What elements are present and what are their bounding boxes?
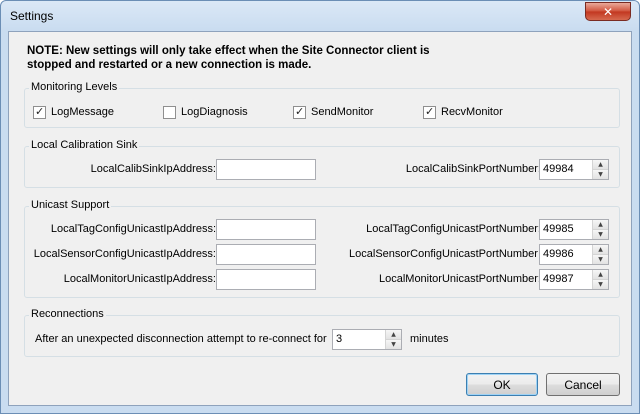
monitor-port-spinner[interactable]: 49987 ▲ ▼	[539, 269, 609, 290]
recvmonitor-label: RecvMonitor	[441, 106, 503, 118]
spin-up-arrow-icon[interactable]: ▲	[593, 220, 608, 230]
checkmark-icon: ✓	[295, 105, 305, 118]
tag-config-ip-input[interactable]	[216, 219, 316, 240]
spin-up-arrow-icon[interactable]: ▲	[386, 330, 401, 340]
cancel-button[interactable]: Cancel	[546, 373, 620, 396]
reconnect-suffix-label: minutes	[410, 333, 449, 345]
unicast-group-label: Unicast Support	[29, 199, 112, 211]
close-button[interactable]: ✕	[585, 2, 631, 21]
unicast-group: Unicast Support LocalTagConfigUnicastIpA…	[24, 199, 620, 298]
tag-config-port-value: 49985	[543, 223, 574, 235]
logmessage-checkbox[interactable]: ✓	[33, 105, 46, 119]
calib-ip-label: LocalCalibSinkIpAddress:	[90, 163, 216, 175]
calib-ip-input[interactable]	[216, 159, 316, 180]
sendmonitor-label: SendMonitor	[311, 106, 374, 118]
window-title: Settings	[10, 9, 54, 23]
monitoring-levels-label: Monitoring Levels	[29, 81, 120, 93]
monitor-port-value: 49987	[543, 273, 574, 285]
ok-button[interactable]: OK	[466, 373, 538, 396]
spinner-buttons: ▲ ▼	[592, 220, 608, 239]
sensor-config-port-spinner[interactable]: 49986 ▲ ▼	[539, 244, 609, 265]
spin-up-arrow-icon[interactable]: ▲	[593, 270, 608, 280]
settings-window: Settings ✕ NOTE: New settings will only …	[0, 0, 640, 414]
title-bar[interactable]: Settings ✕	[1, 1, 639, 31]
sensor-config-port-value: 49986	[543, 248, 574, 260]
logdiagnosis-label: LogDiagnosis	[181, 106, 248, 118]
sensor-config-port-label: LocalSensorConfigUnicastPortNumber:	[349, 248, 541, 260]
monitoring-levels-group: Monitoring Levels ✓ LogMessage LogDiagno…	[24, 81, 620, 128]
spin-up-arrow-icon[interactable]: ▲	[593, 160, 608, 170]
calib-port-value: 49984	[543, 163, 574, 175]
reconnections-group-label: Reconnections	[29, 308, 106, 320]
calibration-group-label: Local Calibration Sink	[29, 139, 140, 151]
sendmonitor-checkbox[interactable]: ✓	[293, 105, 306, 119]
logdiagnosis-checkbox[interactable]	[163, 106, 176, 119]
tag-config-port-label: LocalTagConfigUnicastPortNumber:	[366, 223, 541, 235]
spin-down-arrow-icon[interactable]: ▼	[593, 280, 608, 289]
spin-down-arrow-icon[interactable]: ▼	[593, 230, 608, 239]
checkmark-icon: ✓	[425, 105, 435, 118]
spinner-buttons: ▲ ▼	[592, 245, 608, 264]
spinner-buttons: ▲ ▼	[592, 160, 608, 179]
monitor-ip-input[interactable]	[216, 269, 316, 290]
calibration-group: Local Calibration Sink LocalCalibSinkIpA…	[24, 139, 620, 188]
monitor-port-label: LocalMonitorUnicastPortNumber:	[378, 273, 541, 285]
reconnect-minutes-value: 3	[336, 333, 343, 345]
tag-config-port-spinner[interactable]: 49985 ▲ ▼	[539, 219, 609, 240]
restart-note: NOTE: New settings will only take effect…	[27, 45, 430, 71]
spinner-buttons: ▲ ▼	[592, 270, 608, 289]
tag-config-ip-label: LocalTagConfigUnicastIpAddress:	[50, 223, 216, 235]
spin-up-arrow-icon[interactable]: ▲	[593, 245, 608, 255]
sensor-config-ip-label: LocalSensorConfigUnicastIpAddress:	[33, 248, 216, 260]
spin-down-arrow-icon[interactable]: ▼	[593, 170, 608, 179]
dialog-body: NOTE: New settings will only take effect…	[8, 31, 632, 406]
sensor-config-ip-input[interactable]	[216, 244, 316, 265]
logmessage-label: LogMessage	[51, 106, 114, 118]
calib-port-spinner[interactable]: 49984 ▲ ▼	[539, 159, 609, 180]
reconnections-group: Reconnections After an unexpected discon…	[24, 308, 620, 357]
spin-down-arrow-icon[interactable]: ▼	[386, 340, 401, 349]
monitor-ip-label: LocalMonitorUnicastIpAddress:	[63, 273, 216, 285]
checkmark-icon: ✓	[35, 105, 45, 118]
spin-down-arrow-icon[interactable]: ▼	[593, 255, 608, 264]
reconnect-prefix-label: After an unexpected disconnection attemp…	[35, 333, 327, 345]
calib-port-label: LocalCalibSinkPortNumber:	[405, 163, 541, 175]
recvmonitor-checkbox[interactable]: ✓	[423, 105, 436, 119]
close-icon: ✕	[602, 4, 614, 19]
spinner-buttons: ▲ ▼	[385, 330, 401, 349]
reconnect-minutes-spinner[interactable]: 3 ▲ ▼	[332, 329, 402, 350]
